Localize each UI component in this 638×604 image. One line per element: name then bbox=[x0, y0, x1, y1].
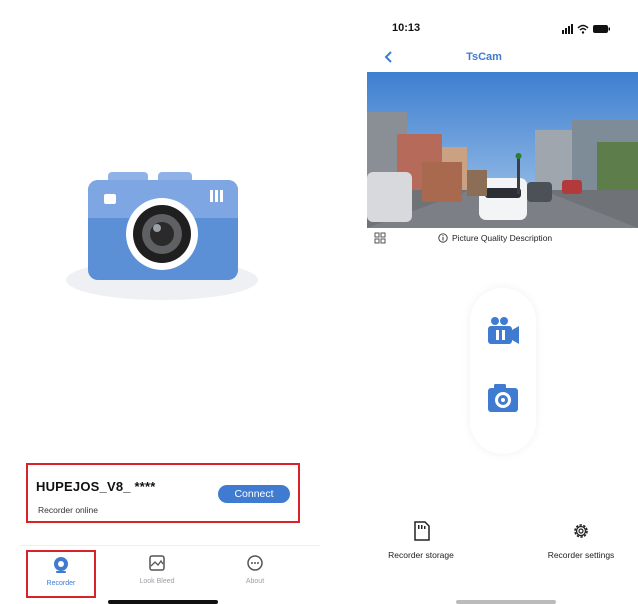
info-icon bbox=[438, 233, 448, 243]
capture-controls bbox=[470, 288, 536, 454]
camera-hero-icon bbox=[88, 172, 238, 280]
tab-label: Recorder bbox=[46, 580, 76, 587]
bottom-tab-bar: Recorder Look Bleed About bbox=[20, 545, 320, 601]
tscam-live-screen: 10:13 TsCam Picture Quality Description … bbox=[330, 0, 638, 604]
recorder-settings-button[interactable]: Recorder settings bbox=[526, 520, 636, 560]
tab-about[interactable]: About bbox=[220, 550, 290, 598]
device-card[interactable]: HUPEJOS_V8_ **** Recorder online Connect bbox=[26, 463, 300, 523]
street-scene-image bbox=[367, 72, 638, 228]
recorder-icon bbox=[54, 557, 68, 573]
about-icon bbox=[247, 555, 263, 571]
recorder-storage-button[interactable]: Recorder storage bbox=[366, 520, 476, 560]
camera-capture-icon[interactable] bbox=[486, 382, 520, 414]
pause-video-icon[interactable] bbox=[486, 316, 520, 346]
sd-card-icon bbox=[414, 521, 430, 541]
connect-button[interactable]: Connect bbox=[218, 485, 290, 503]
quality-row: Picture Quality Description bbox=[330, 232, 638, 246]
signal-wifi-battery-icon bbox=[562, 24, 610, 34]
tab-look-bleed[interactable]: Look Bleed bbox=[122, 550, 192, 598]
gallery-icon bbox=[149, 555, 165, 571]
page-title: TsCam bbox=[466, 51, 502, 63]
gear-icon bbox=[574, 524, 588, 538]
layout-grid-icon[interactable] bbox=[374, 232, 386, 244]
nav-bar: TsCam bbox=[330, 48, 638, 68]
recorder-settings-label: Recorder settings bbox=[547, 550, 615, 560]
recorder-storage-label: Recorder storage bbox=[388, 550, 454, 560]
home-indicator bbox=[108, 600, 218, 604]
device-name: HUPEJOS_V8_ **** bbox=[36, 479, 156, 494]
camera-illustration bbox=[62, 170, 262, 310]
tab-recorder[interactable]: Recorder bbox=[26, 550, 96, 598]
home-indicator bbox=[456, 600, 556, 604]
recorder-home-screen: HUPEJOS_V8_ **** Recorder online Connect… bbox=[0, 0, 325, 604]
picture-quality-link[interactable]: Picture Quality Description bbox=[452, 233, 552, 243]
tab-label: Look Bleed bbox=[139, 578, 175, 585]
status-time: 10:13 bbox=[392, 22, 421, 34]
device-status: Recorder online bbox=[38, 505, 99, 515]
tab-label: About bbox=[245, 578, 265, 585]
live-camera-preview[interactable] bbox=[367, 72, 638, 228]
status-bar: 10:13 bbox=[330, 20, 638, 38]
